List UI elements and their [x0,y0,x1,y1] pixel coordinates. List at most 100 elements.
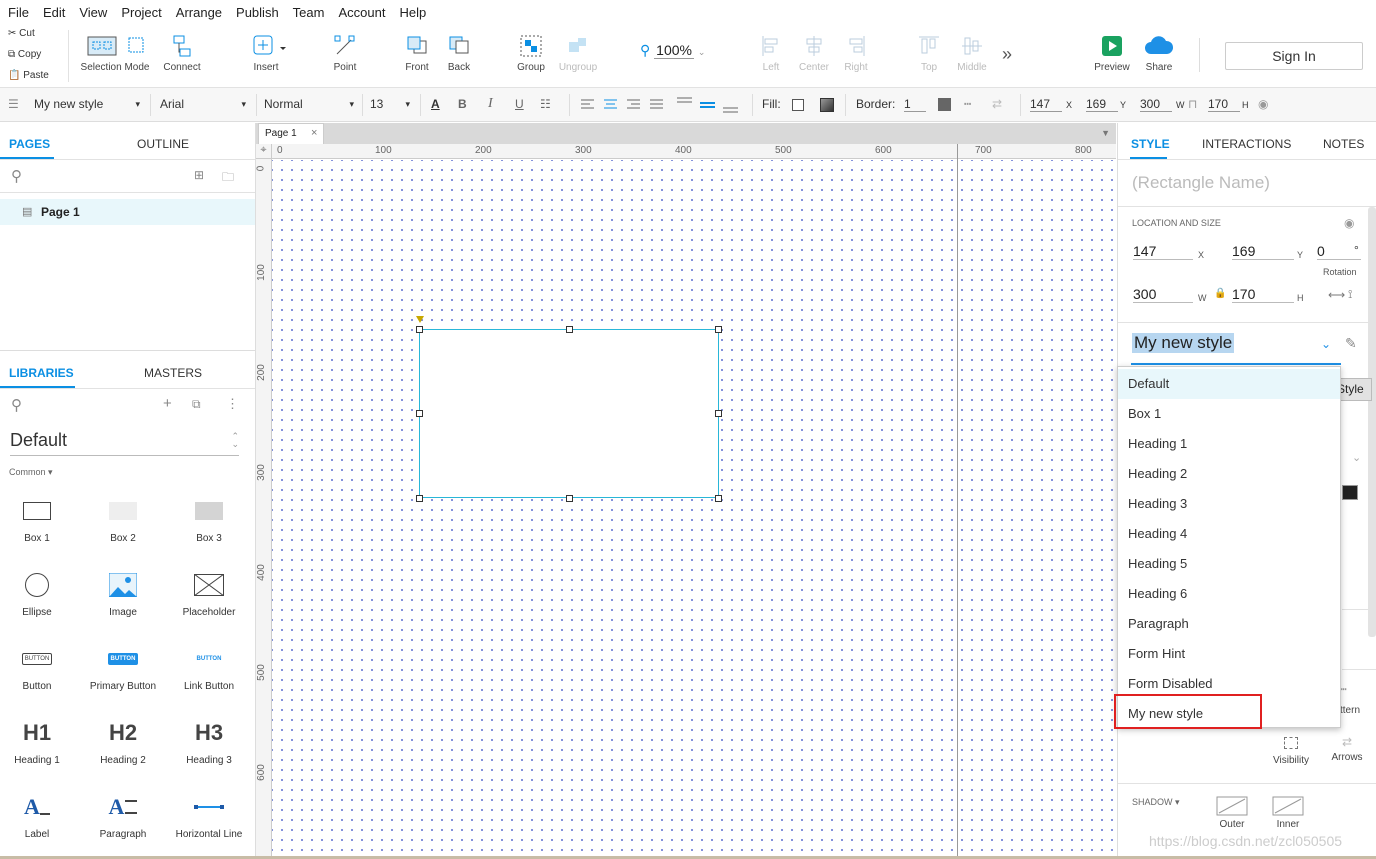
library-item-heading1[interactable]: H1 Heading 1 [0,715,80,766]
style-option-paragraph[interactable]: Paragraph [1118,609,1340,639]
x-input[interactable]: 147 [1133,243,1193,260]
library-item-placeholder[interactable]: Placeholder [166,567,252,618]
menu-project[interactable]: Project [121,5,161,20]
library-item-box3[interactable]: Box 3 [166,493,252,544]
tab-notes[interactable]: NOTES [1323,137,1364,151]
tab-pages[interactable]: PAGES [9,137,50,151]
scrollbar[interactable] [1368,207,1376,637]
inner-shadow-button[interactable]: Inner [1270,796,1306,830]
library-select[interactable]: Default ⌃ ⌄ [10,430,239,456]
font-family-select[interactable]: Arial [160,97,246,111]
point-button[interactable]: Point [325,34,365,73]
visibility-button[interactable]: Visibility [1266,737,1316,766]
menu-edit[interactable]: Edit [43,5,65,20]
selected-rectangle[interactable] [419,329,719,498]
align-top-button[interactable]: Top [914,34,944,73]
resize-handle[interactable] [566,326,573,333]
connect-button[interactable]: Connect [158,34,206,73]
library-options-icon[interactable]: ⧉ [192,397,201,412]
x-input[interactable]: 147 [1030,97,1062,112]
preview-button[interactable]: Preview [1090,34,1134,73]
resize-handle[interactable] [566,495,573,502]
tab-masters[interactable]: MASTERS [144,366,202,380]
font-size-select[interactable]: 13 [370,97,410,111]
font-weight-select[interactable]: Normal [264,97,354,111]
library-item-horizontal-line[interactable]: Horizontal Line [166,789,252,840]
w-input[interactable]: 300 [1140,97,1172,112]
library-item-ellipse[interactable]: Ellipse [0,567,80,618]
search-icon[interactable]: ⚲ [11,396,22,414]
library-item-label[interactable]: A Label [0,789,80,840]
library-item-button[interactable]: BUTTON Button [0,641,80,692]
arrow-style-icon[interactable]: ⇄ [992,97,1002,111]
eye-icon[interactable]: ◉ [1258,97,1268,111]
widget-style-select[interactable]: My new style [34,97,140,111]
menu-account[interactable]: Account [338,5,385,20]
style-option-form-hint[interactable]: Form Hint [1118,639,1340,669]
library-item-link-button[interactable]: BUTTON Link Button [166,641,252,692]
tab-interactions[interactable]: INTERACTIONS [1202,137,1291,151]
italic-icon[interactable]: I [488,96,493,112]
selection-mode-button[interactable]: Selection Mode [78,34,152,73]
zoom-control[interactable]: ⚲ 100% ⌄ [640,42,714,62]
fit-height-icon[interactable]: ⟟ [1348,287,1352,302]
add-library-icon[interactable]: + [163,395,172,412]
h-input[interactable]: 170 [1208,97,1240,112]
shadow-header[interactable]: SHADOW ▾ [1132,797,1180,808]
tab-dropdown-icon[interactable]: ▼ [1101,128,1110,138]
style-option-default[interactable]: Default [1118,369,1340,399]
style-option-heading1[interactable]: Heading 1 [1118,429,1340,459]
vertical-align-icons[interactable] [676,96,742,114]
tab-style[interactable]: STYLE [1131,137,1170,151]
resize-handle[interactable] [416,410,423,417]
border-width-input[interactable]: 1 [904,97,926,112]
category-common[interactable]: Common ▾ [9,467,53,478]
sign-in-button[interactable]: Sign In [1225,42,1363,70]
library-item-box2[interactable]: Box 2 [80,493,166,544]
align-middle-button[interactable]: Middle [954,34,990,73]
align-left-button[interactable]: Left [756,34,786,73]
library-item-paragraph[interactable]: A Paragraph [80,789,166,840]
front-button[interactable]: Front [400,34,434,73]
color-swatch[interactable] [1342,485,1358,500]
y-input[interactable]: 169 [1232,243,1294,260]
page-tab[interactable]: Page 1 × [258,123,324,144]
library-item-heading3[interactable]: H3 Heading 3 [166,715,252,766]
folder-icon[interactable]: 🗀 [222,168,234,189]
arrows-button[interactable]: ⇄ Arrows [1324,735,1370,763]
menu-arrange[interactable]: Arrange [176,5,222,20]
add-page-icon[interactable]: ⊞ [194,168,204,182]
menu-view[interactable]: View [79,5,107,20]
fit-width-icon[interactable]: ⟷ [1328,288,1345,302]
eye-icon[interactable]: ◉ [1344,216,1354,230]
paste-button[interactable]: 📋 Paste [8,70,49,81]
style-option-heading4[interactable]: Heading 4 [1118,519,1340,549]
chevron-down-icon[interactable]: ⌄ [1352,451,1361,464]
lock-icon[interactable]: 🔒 [1214,288,1226,299]
library-item-primary-button[interactable]: BUTTON Primary Button [80,641,166,692]
style-option-heading3[interactable]: Heading 3 [1118,489,1340,519]
resize-handle[interactable] [416,326,423,333]
cut-button[interactable]: ✂ Cut [8,28,35,39]
text-align-icons[interactable] [580,98,672,112]
resize-handle[interactable] [715,495,722,502]
page-list-item[interactable]: ▤ Page 1 [0,199,255,225]
align-right-button[interactable]: Right [840,34,872,73]
y-input[interactable]: 169 [1086,97,1118,112]
widget-name-input[interactable]: (Rectangle Name) [1132,173,1362,193]
canvas-grid[interactable] [272,160,1116,859]
more-tools-icon[interactable]: » [1002,44,1012,65]
menu-publish[interactable]: Publish [236,5,279,20]
edit-style-icon[interactable]: ✎ [1345,335,1357,352]
menu-help[interactable]: Help [399,5,426,20]
widget-style-dropdown[interactable]: My new style ⌄ [1131,331,1341,365]
align-center-button[interactable]: Center [796,34,832,73]
tab-libraries[interactable]: LIBRARIES [9,366,74,380]
border-style-icon[interactable]: ┅ [964,97,971,111]
font-color-icon[interactable]: A [431,97,440,111]
width-input[interactable]: 300 [1133,286,1193,303]
copy-button[interactable]: ⧉ Copy [8,49,41,60]
library-item-box1[interactable]: Box 1 [0,493,80,544]
outer-shadow-button[interactable]: Outer [1214,796,1250,830]
group-button[interactable]: Group [512,34,550,73]
